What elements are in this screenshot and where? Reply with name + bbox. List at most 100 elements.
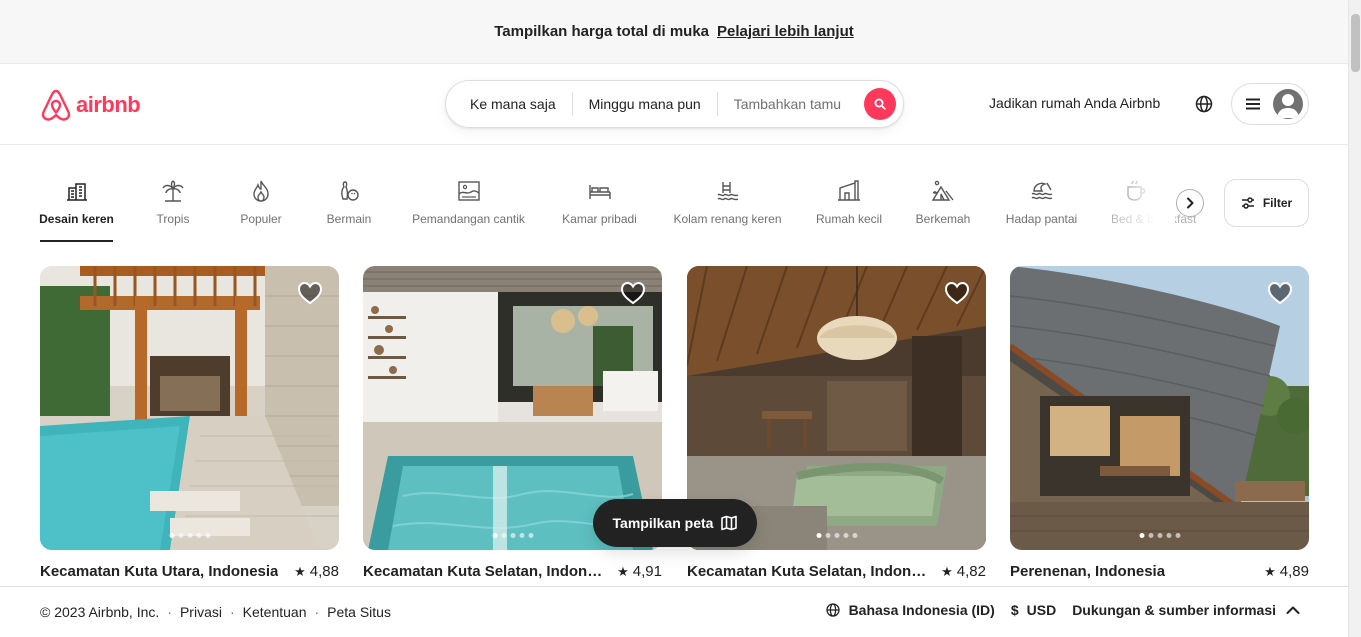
logo-wordmark: airbnb <box>76 92 141 117</box>
listing-rating: ★ 4,82 <box>941 563 986 580</box>
rating-value: 4,88 <box>309 563 339 580</box>
category-private-rooms[interactable]: Kamar pribadi <box>559 170 640 242</box>
star-icon: ★ <box>941 563 953 579</box>
copyright-text: © 2023 Airbnb, Inc. <box>40 604 160 620</box>
filter-button[interactable]: Filter <box>1224 179 1309 227</box>
footer-link-terms[interactable]: Ketentuan <box>243 604 307 620</box>
show-map-button[interactable]: Tampilkan peta <box>593 499 757 547</box>
category-label: Populer <box>240 212 282 226</box>
photo-pagination-dots <box>490 533 535 538</box>
footer-link-privacy[interactable]: Privasi <box>180 604 222 620</box>
category-label: Hadap pantai <box>1005 212 1078 226</box>
avatar <box>1273 89 1303 119</box>
currency-label: USD <box>1026 602 1057 618</box>
listing-card[interactable]: Perenenan, Indonesia ★ 4,89 <box>1010 266 1309 580</box>
category-popular[interactable]: Populer <box>238 170 284 242</box>
learn-more-link[interactable]: Pelajari lebih lanjut <box>717 23 854 40</box>
currency-selector[interactable]: $ USD <box>1011 602 1056 618</box>
flame-icon <box>248 178 274 204</box>
rating-value: 4,82 <box>956 563 986 580</box>
listing-rating: ★ 4,89 <box>1264 563 1309 580</box>
globe-icon[interactable] <box>1194 94 1214 114</box>
page-scrollbar[interactable] <box>1348 0 1361 637</box>
support-resources-toggle[interactable]: Dukungan & sumber informasi <box>1072 602 1308 618</box>
bed-icon <box>587 178 613 204</box>
heart-icon[interactable] <box>1267 280 1293 306</box>
footer-link-sitemap[interactable]: Peta Situs <box>327 604 391 620</box>
filter-sliders-icon <box>1241 197 1254 209</box>
listing-rating: ★ 4,91 <box>617 563 662 580</box>
search-bar[interactable]: Ke mana saja Minggu mana pun Tambahkan t… <box>445 80 904 128</box>
airbnb-logo[interactable]: airbnb <box>40 88 141 122</box>
user-menu-button[interactable] <box>1231 83 1309 125</box>
listing-location: Kecamatan Kuta Utara, Indonesia <box>40 563 279 580</box>
support-label: Dukungan & sumber informasi <box>1072 602 1276 618</box>
category-beachfront[interactable]: Hadap pantai <box>1003 170 1080 242</box>
category-design[interactable]: Desain keren <box>39 170 114 242</box>
listing-rating: ★ 4,88 <box>294 563 339 580</box>
listing-card[interactable]: Kecamatan Kuta Utara, Indonesia ★ 4,88 <box>40 266 339 580</box>
heart-icon[interactable] <box>620 280 646 306</box>
tent-icon <box>930 178 956 204</box>
search-guests[interactable]: Tambahkan tamu <box>718 96 849 112</box>
site-header: airbnb Ke mana saja Minggu mana pun Tamb… <box>0 64 1348 145</box>
search-where[interactable]: Ke mana saja <box>446 96 572 112</box>
category-label: Tropis <box>156 212 190 226</box>
category-tiny-homes[interactable]: Rumah kecil <box>815 170 883 242</box>
category-label: Rumah kecil <box>815 212 883 226</box>
user-silhouette-icon <box>1277 94 1299 118</box>
landscape-frame-icon <box>456 178 482 204</box>
footer-separator: · <box>314 604 320 620</box>
currency-symbol: $ <box>1010 602 1019 618</box>
footer-separator: · <box>167 604 172 620</box>
search-when[interactable]: Minggu mana pun <box>573 96 717 112</box>
category-camping[interactable]: Berkemah <box>914 170 972 242</box>
design-building-icon <box>64 178 90 204</box>
listing-image <box>1010 266 1309 550</box>
filter-label: Filter <box>1262 196 1293 210</box>
category-tropical[interactable]: Tropis <box>152 170 194 242</box>
scrollbar-thumb[interactable] <box>1351 14 1360 72</box>
airbnb-logo-icon <box>41 89 71 121</box>
category-label: Kamar pribadi <box>562 212 637 226</box>
top-banner: Tampilkan harga total di muka Pelajari l… <box>0 0 1348 64</box>
category-next-button[interactable] <box>1176 189 1204 217</box>
language-label: Bahasa Indonesia (ID) <box>848 602 995 618</box>
heart-icon[interactable] <box>944 280 970 306</box>
map-icon <box>721 515 738 531</box>
bowling-icon <box>336 178 362 204</box>
category-label: Pemandangan cantik <box>412 212 525 226</box>
category-label: Berkemah <box>915 212 971 226</box>
globe-icon <box>825 603 840 617</box>
site-footer: © 2023 Airbnb, Inc. · Privasi · Ketentua… <box>0 586 1348 637</box>
category-play[interactable]: Bermain <box>325 170 373 242</box>
chevron-right-icon <box>1187 197 1194 209</box>
category-label: Kolam renang keren <box>673 212 782 226</box>
show-map-label: Tampilkan peta <box>612 515 714 531</box>
category-bar: Desain keren Tropis Populer Bermain Pema… <box>39 170 1196 242</box>
become-host-link[interactable]: Jadikan rumah Anda Airbnb <box>989 95 1160 111</box>
footer-separator: · <box>229 604 235 620</box>
category-views[interactable]: Pemandangan cantik <box>409 170 528 242</box>
palm-tree-icon <box>160 178 186 204</box>
beach-wave-icon <box>1029 178 1055 204</box>
category-label: Desain keren <box>39 212 114 226</box>
language-selector[interactable]: Bahasa Indonesia (ID) <box>825 602 995 618</box>
search-button[interactable] <box>864 88 896 120</box>
photo-pagination-dots <box>1137 533 1182 538</box>
rating-value: 4,89 <box>1279 563 1309 580</box>
listing-photo[interactable] <box>40 266 339 550</box>
star-icon: ★ <box>294 563 306 579</box>
listing-photo[interactable] <box>1010 266 1309 550</box>
chevron-up-icon <box>1286 606 1300 614</box>
search-icon <box>874 98 886 110</box>
photo-pagination-dots <box>167 533 212 538</box>
category-amazing-pools[interactable]: Kolam renang keren <box>671 170 784 242</box>
rating-value: 4,91 <box>632 563 662 580</box>
heart-icon[interactable] <box>297 280 323 306</box>
tiny-house-icon <box>836 178 862 204</box>
banner-message: Tampilkan harga total di muka <box>494 23 710 40</box>
listing-location: Kecamatan Kuta Selatan, Indonesia <box>687 563 927 580</box>
photo-pagination-dots <box>814 533 859 538</box>
pool-icon <box>715 178 741 204</box>
